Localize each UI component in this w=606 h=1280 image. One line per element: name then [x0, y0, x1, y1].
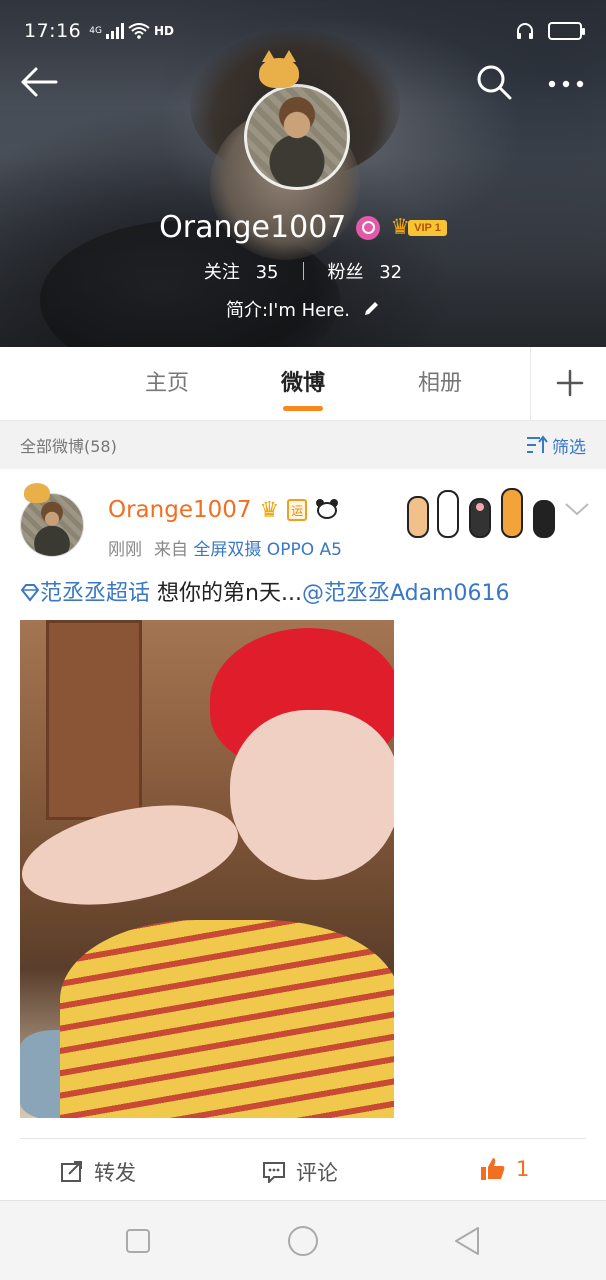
chevron-down-icon[interactable]	[564, 499, 590, 519]
followers-count: 32	[379, 262, 403, 283]
more-options-icon[interactable]	[544, 64, 588, 100]
post-author-avatar[interactable]	[20, 493, 84, 557]
like-button[interactable]: 1	[480, 1157, 529, 1181]
post-source[interactable]: 全屏双摄 OPPO A5	[193, 540, 342, 560]
back-arrow-icon[interactable]	[20, 64, 60, 100]
profile-stats: 关注 35 粉丝 32	[0, 258, 606, 284]
back-triangle-icon[interactable]	[450, 1223, 486, 1259]
topic-link[interactable]: 范丞丞超话	[20, 581, 150, 606]
filter-button[interactable]: 筛选	[526, 433, 586, 458]
tab-divider	[530, 347, 531, 421]
avatar-image	[244, 84, 350, 190]
comment-button[interactable]: 评论	[262, 1157, 338, 1187]
following-label: 关注	[203, 262, 240, 283]
status-bar: 17:16 4G HD	[0, 0, 606, 62]
post-meta: 刚刚 来自 全屏双摄 OPPO A5	[108, 535, 342, 560]
profile-name-row: Orange1007 ♛ VIP 1	[0, 210, 606, 245]
recents-square-icon[interactable]	[120, 1223, 156, 1259]
home-circle-icon[interactable]	[285, 1223, 321, 1259]
wifi-hd-label: HD	[153, 24, 174, 38]
comment-icon	[263, 1162, 285, 1183]
signal-indicator: 4G HD	[89, 23, 174, 39]
filter-label: 筛选	[552, 437, 586, 458]
cat-avatar-decoration-icon	[24, 483, 50, 503]
following-stat[interactable]: 关注 35	[204, 258, 279, 284]
thumbs-up-icon	[481, 1158, 505, 1180]
post-author-row: Orange1007 ♛ 运	[108, 497, 339, 523]
post-author-name[interactable]: Orange1007	[108, 497, 252, 523]
network-label: 4G	[89, 26, 102, 36]
active-tab-indicator	[283, 406, 323, 411]
system-nav-bar	[0, 1200, 606, 1280]
cat-avatar-decoration-icon	[259, 50, 299, 88]
mention-link[interactable]: @范丞丞Adam0616	[302, 581, 510, 606]
weibo-post: Orange1007 ♛ 运 刚刚 来自 全屏双摄 OPPO A5 范丞丞超话 …	[0, 469, 606, 1199]
post-text: 范丞丞超话 想你的第n天...@范丞丞Adam0616	[20, 575, 590, 607]
post-photo[interactable]	[20, 620, 394, 1118]
post-actions: 转发 评论 1	[0, 1139, 606, 1199]
comment-label: 评论	[296, 1161, 338, 1185]
search-icon[interactable]	[474, 62, 514, 102]
pencil-icon[interactable]	[362, 300, 380, 318]
badge-yun[interactable]: 运	[287, 499, 308, 521]
filter-icon	[527, 435, 548, 453]
all-posts-count: 全部微博(58)	[20, 437, 117, 456]
vip-badge[interactable]: ♛ VIP 1	[390, 216, 447, 239]
super-topic-icon	[20, 584, 40, 602]
profile-name: Orange1007	[159, 210, 347, 245]
like-count: 1	[516, 1157, 530, 1181]
add-tab-icon[interactable]	[552, 363, 588, 403]
cat-paws-decoration-icon	[407, 488, 555, 538]
profile-avatar[interactable]	[241, 50, 353, 190]
repost-icon	[61, 1161, 82, 1182]
followers-label: 粉丝	[327, 262, 364, 283]
headphones-icon	[517, 23, 533, 39]
post-from-label: 来自	[154, 540, 188, 560]
battery-icon	[548, 22, 585, 40]
profile-tabs: 主页 微博 相册	[0, 347, 606, 421]
stats-divider	[302, 262, 304, 280]
bio-text: 简介:I'm Here.	[226, 300, 350, 321]
repost-button[interactable]: 转发	[60, 1157, 136, 1187]
wifi-icon	[128, 23, 150, 39]
filter-bar: 全部微博(58) 筛选	[0, 421, 606, 469]
status-time: 17:16	[24, 20, 82, 42]
post-body: 想你的第n天...	[150, 581, 302, 606]
profile-bio[interactable]: 简介:I'm Here.	[0, 296, 606, 322]
tab-home[interactable]: 主页	[127, 365, 207, 397]
tab-album[interactable]: 相册	[400, 365, 480, 397]
tab-weibo[interactable]: 微博	[263, 365, 343, 397]
repost-label: 转发	[94, 1161, 136, 1185]
fan-tag-icon[interactable]	[356, 215, 381, 240]
followers-stat[interactable]: 粉丝 32	[328, 258, 403, 284]
vip-crown-icon[interactable]: ♛	[260, 498, 280, 523]
panda-badge-icon[interactable]	[315, 499, 339, 521]
post-time: 刚刚	[108, 540, 142, 560]
vip-label: VIP 1	[408, 219, 447, 236]
signal-icon	[105, 23, 124, 39]
topic-label: 范丞丞超话	[40, 581, 151, 606]
following-count: 35	[255, 262, 279, 283]
